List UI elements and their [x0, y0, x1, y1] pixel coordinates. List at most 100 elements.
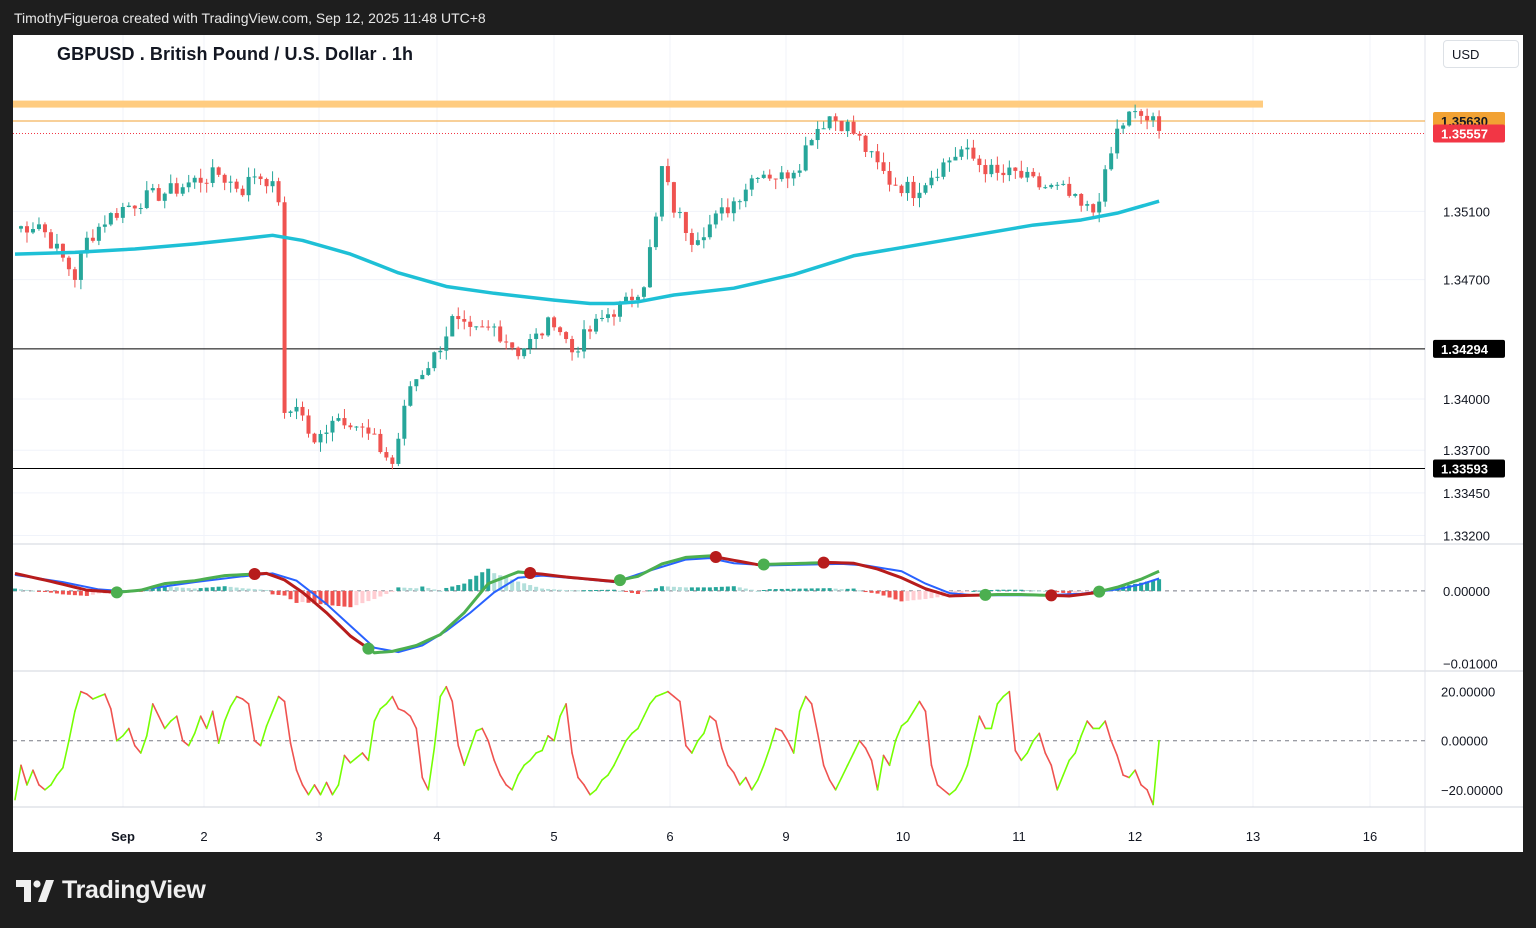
- macd-histogram-bar: [1031, 590, 1036, 592]
- osc-line-segment: [451, 700, 460, 747]
- candle-down: [60, 243, 65, 258]
- candle-up: [1007, 167, 1012, 176]
- candle-down: [1001, 172, 1006, 176]
- macd-histogram-bar: [1085, 590, 1090, 593]
- macd-histogram-bar: [426, 587, 431, 591]
- candle-up: [126, 205, 131, 207]
- osc-line-segment: [1110, 739, 1118, 757]
- candle-down: [971, 147, 976, 159]
- macd-histogram-bar: [210, 587, 215, 591]
- price-tick-label: 1.34000: [1443, 392, 1490, 407]
- macd-histogram-bar: [264, 589, 269, 591]
- chart-panel[interactable]: 1.35100 1.34700 1.34000 1.33700 1.33450 1.332…: [13, 35, 1523, 852]
- osc-line-segment: [1002, 690, 1011, 698]
- osc-line-segment: [577, 776, 585, 786]
- candle-down: [767, 174, 772, 179]
- candle-down: [384, 452, 389, 458]
- macd-histogram-bar: [180, 587, 185, 591]
- osc-line-segment: [679, 700, 687, 747]
- candle-up: [420, 374, 425, 380]
- candle-up: [180, 187, 185, 194]
- osc-line-segment: [134, 744, 142, 754]
- osc-line-segment: [864, 747, 873, 762]
- chart-canvas[interactable]: 1.35100 1.34700 1.34000 1.33700 1.33450 1.332…: [13, 35, 1523, 852]
- osc-line-segment: [870, 759, 879, 791]
- osc-line-segment: [1074, 735, 1083, 754]
- macd-histogram-bar: [588, 590, 593, 592]
- macd-histogram-bar: [1007, 589, 1012, 591]
- candle-down: [851, 121, 856, 134]
- osc-line-segment: [655, 693, 663, 698]
- candle-up: [1097, 201, 1102, 213]
- macd-cross-marker: [757, 558, 770, 571]
- osc-line-segment: [205, 710, 214, 730]
- candle-up: [36, 224, 41, 230]
- level-price-badge: 1.34294: [1441, 342, 1489, 357]
- osc-line-segment: [732, 771, 741, 786]
- candle-down: [234, 181, 239, 189]
- candle-up: [641, 287, 646, 297]
- osc-line-segment: [822, 764, 831, 781]
- candle-up: [450, 316, 455, 337]
- macd-cross-marker: [709, 551, 722, 564]
- macd-histogram-bar: [444, 587, 449, 591]
- macd-histogram-bar: [1079, 590, 1084, 593]
- macd-histogram-bar: [612, 589, 616, 591]
- candle-up: [719, 207, 724, 214]
- osc-line-segment: [475, 727, 484, 732]
- candle-up: [168, 183, 173, 194]
- candle-down: [132, 205, 137, 209]
- osc-line-segment: [912, 700, 921, 713]
- price-tick-label: 1.33200: [1443, 528, 1490, 543]
- candle-up: [120, 206, 125, 218]
- macd-histogram-bar: [623, 590, 628, 592]
- symbol-title[interactable]: GBPUSD . British Pound / U.S. Dollar . 1…: [57, 44, 413, 65]
- macd-histogram-bar: [396, 587, 401, 591]
- osc-line-segment: [235, 695, 244, 700]
- macd-histogram-bar: [701, 587, 706, 591]
- macd-histogram-bar: [378, 590, 383, 597]
- macd-tick-label: 0.00000: [1443, 584, 1490, 599]
- macd-histogram-bar: [36, 590, 41, 592]
- candle-up: [869, 151, 874, 153]
- osc-line-segment: [283, 700, 292, 744]
- osc-line-segment: [1014, 749, 1023, 762]
- osc-line-segment: [379, 703, 388, 710]
- macd-histogram-bar: [348, 590, 353, 608]
- osc-line-segment: [643, 703, 651, 717]
- candle-up: [1043, 187, 1048, 189]
- candle-down: [1157, 116, 1162, 131]
- osc-line-segment: [798, 695, 807, 713]
- osc-line-segment: [337, 754, 346, 786]
- currency-button[interactable]: USD: [1443, 40, 1519, 68]
- macd-histogram-bar: [989, 590, 994, 592]
- macd-histogram-bar: [731, 586, 736, 591]
- macd-histogram-bar: [258, 589, 263, 591]
- macd-histogram-bar: [869, 590, 874, 593]
- macd-histogram-bar: [713, 587, 718, 591]
- osc-line-segment: [565, 703, 573, 754]
- macd-histogram-bar: [779, 588, 784, 591]
- candle-down: [198, 177, 203, 183]
- osc-line-segment: [750, 779, 759, 791]
- osc-line-segment: [415, 727, 424, 779]
- osc-line-segment: [780, 730, 789, 742]
- candle-up: [959, 149, 964, 157]
- osc-line-segment: [978, 715, 987, 730]
- macd-histogram-bar: [576, 590, 581, 592]
- macd-histogram-bar: [402, 587, 407, 591]
- macd-histogram-bar: [833, 588, 838, 591]
- osc-line-segment: [613, 752, 621, 767]
- candle-down: [342, 418, 347, 426]
- macd-line-segment: [254, 571, 370, 650]
- macd-histogram-bar: [725, 586, 730, 591]
- tradingview-logo[interactable]: TradingView: [16, 876, 206, 905]
- candle-down: [372, 433, 377, 435]
- macd-cross-marker: [248, 568, 261, 581]
- osc-line-segment: [307, 784, 316, 796]
- osc-line-segment: [918, 700, 927, 713]
- osc-line-segment: [32, 769, 40, 786]
- candle-up: [1061, 183, 1066, 185]
- macd-histogram-bar: [875, 590, 880, 594]
- macd-histogram-bar: [719, 586, 724, 591]
